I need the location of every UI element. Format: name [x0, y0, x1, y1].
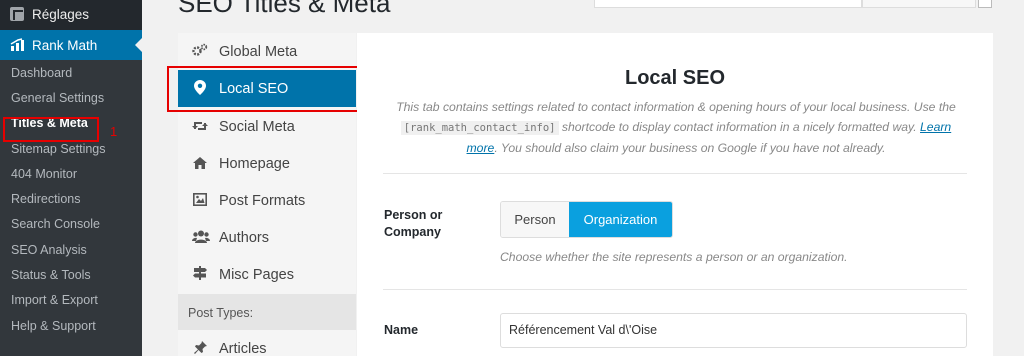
- users-icon: [192, 230, 210, 246]
- tab-label: Articles: [219, 340, 267, 356]
- tab-authors[interactable]: Authors: [178, 219, 356, 256]
- divider: [383, 173, 967, 174]
- menu-item-reglages[interactable]: Réglages: [0, 0, 142, 28]
- annotation-box-2: [167, 66, 374, 112]
- pushpin-icon: [192, 340, 208, 356]
- tab-social-meta[interactable]: Social Meta: [178, 108, 356, 145]
- option-person[interactable]: Person: [501, 202, 569, 237]
- rank-math-submenu: Dashboard General Settings Titles & Meta…: [0, 60, 142, 356]
- name-label: Name: [384, 323, 419, 337]
- submenu-item-help-support[interactable]: Help & Support: [0, 313, 142, 338]
- menu-item-label: Réglages: [32, 6, 90, 22]
- tab-articles[interactable]: Articles: [178, 330, 356, 356]
- tab-label: Post Formats: [219, 192, 306, 209]
- signpost-icon: [192, 266, 208, 283]
- post-types-section-label: Post Types:: [178, 294, 356, 330]
- shortcode: [rank_math_contact_info]: [400, 121, 559, 135]
- person-or-company-toggle: Person Organization: [500, 201, 673, 238]
- top-checkbox[interactable]: [978, 0, 992, 8]
- top-select[interactable]: [862, 0, 976, 8]
- submenu-item-import-export[interactable]: Import & Export: [0, 288, 142, 313]
- tab-label: Homepage: [219, 155, 290, 172]
- submenu-item-seo-analysis[interactable]: SEO Analysis: [0, 237, 142, 262]
- settings-content-panel: Local SEO This tab contains settings rel…: [357, 33, 993, 356]
- retweet-icon: [192, 119, 208, 135]
- menu-item-label: Rank Math: [32, 37, 98, 53]
- rank-math-icon: [10, 38, 24, 52]
- tab-homepage[interactable]: Homepage: [178, 145, 356, 182]
- submenu-item-dashboard[interactable]: Dashboard: [0, 60, 142, 85]
- person-or-company-label: Person or Company: [384, 208, 443, 239]
- person-or-company-description: Choose whether the site represents a per…: [500, 250, 848, 264]
- top-search-field[interactable]: [594, 0, 862, 8]
- tab-label: Authors: [219, 229, 269, 246]
- annotation-box-1: [3, 117, 99, 142]
- tab-label: Global Meta: [219, 43, 298, 60]
- settings-icon: [10, 7, 24, 21]
- annotation-number-1: 1: [110, 124, 118, 139]
- submenu-item-status-tools[interactable]: Status & Tools: [0, 262, 142, 287]
- page-title: SEO Titles & Meta: [178, 0, 391, 18]
- gears-icon: [192, 43, 208, 60]
- tab-global-meta[interactable]: Global Meta: [178, 33, 356, 70]
- divider: [383, 289, 967, 290]
- option-organization[interactable]: Organization: [569, 202, 672, 237]
- submenu-item-redirections[interactable]: Redirections: [0, 186, 142, 211]
- tab-post-formats[interactable]: Post Formats: [178, 182, 356, 219]
- image-icon: [192, 192, 208, 209]
- tab-label: Social Meta: [219, 118, 295, 135]
- submenu-item-404-monitor[interactable]: 404 Monitor: [0, 161, 142, 186]
- admin-sidebar: Réglages Rank Math Dashboard General Set…: [0, 0, 142, 356]
- tab-misc-pages[interactable]: Misc Pages: [178, 256, 356, 293]
- tab-label: Misc Pages: [219, 266, 294, 283]
- section-description: This tab contains settings related to co…: [396, 100, 956, 155]
- name-field[interactable]: Référencement Val d\'Oise: [500, 313, 967, 348]
- home-icon: [192, 156, 208, 172]
- submenu-item-general-settings[interactable]: General Settings: [0, 85, 142, 110]
- submenu-item-search-console[interactable]: Search Console: [0, 212, 142, 237]
- section-title: Local SEO: [624, 67, 726, 89]
- menu-item-rank-math[interactable]: Rank Math: [0, 30, 142, 60]
